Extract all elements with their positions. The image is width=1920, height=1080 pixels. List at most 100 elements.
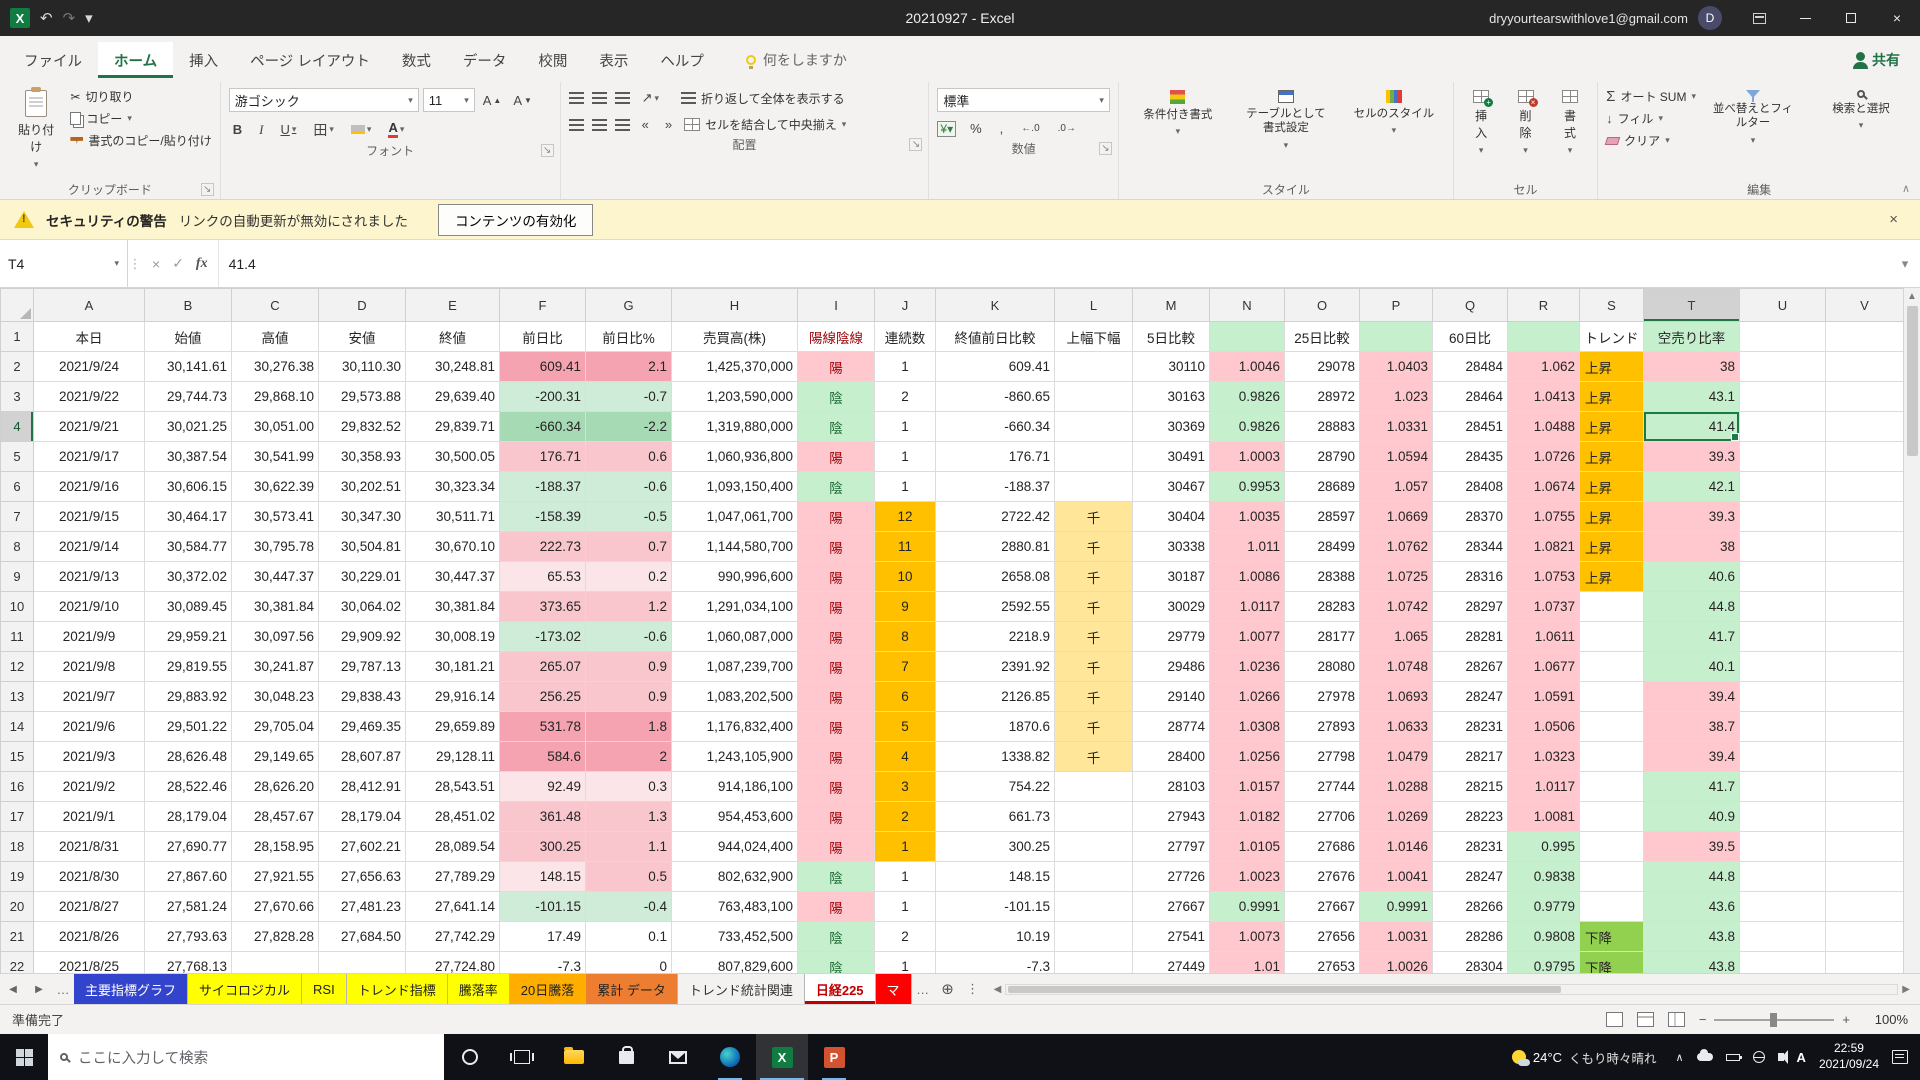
cell-S21[interactable]: 下降 [1580,922,1644,952]
cell-I20[interactable]: 陽 [798,892,875,922]
cell-V9[interactable] [1826,562,1904,592]
cell-S10[interactable] [1580,592,1644,622]
cell-M20[interactable]: 27667 [1133,892,1210,922]
cell-T21[interactable]: 43.8 [1644,922,1740,952]
cell-L17[interactable] [1055,802,1133,832]
cell-M21[interactable]: 27541 [1133,922,1210,952]
cell-B2[interactable]: 30,141.61 [145,352,232,382]
row-header-13[interactable]: 13 [1,682,34,712]
cell-N17[interactable]: 1.0182 [1210,802,1285,832]
cell-F9[interactable]: 65.53 [500,562,586,592]
cell-D2[interactable]: 30,110.30 [319,352,406,382]
wrap-text-button[interactable]: 折り返して全体を表示する [681,90,845,107]
cell-R11[interactable]: 1.0611 [1508,622,1580,652]
cell-O6[interactable]: 28689 [1285,472,1360,502]
cell-K8[interactable]: 2880.81 [936,532,1055,562]
security-bar-close-icon[interactable]: × [1889,211,1906,228]
cell-A11[interactable]: 2021/9/9 [34,622,145,652]
cell-B10[interactable]: 30,089.45 [145,592,232,622]
cell-C18[interactable]: 28,158.95 [232,832,319,862]
cell-K12[interactable]: 2391.92 [936,652,1055,682]
cell-I16[interactable]: 陽 [798,772,875,802]
zoom-slider-thumb[interactable] [1770,1013,1777,1027]
sheet-tab-主要指標グラフ[interactable]: 主要指標グラフ [74,974,188,1004]
cell-E5[interactable]: 30,500.05 [406,442,500,472]
cell-M14[interactable]: 28774 [1133,712,1210,742]
cell-H8[interactable]: 1,144,580,700 [672,532,798,562]
cell-C2[interactable]: 30,276.38 [232,352,319,382]
cell-T18[interactable]: 39.5 [1644,832,1740,862]
cell-N14[interactable]: 1.0308 [1210,712,1285,742]
cell-U16[interactable] [1740,772,1826,802]
cell-U6[interactable] [1740,472,1826,502]
ribbon-tab-データ[interactable]: データ [447,42,523,78]
cell-N3[interactable]: 0.9826 [1210,382,1285,412]
cell-O17[interactable]: 27706 [1285,802,1360,832]
fill-color-button[interactable]: ▾ [347,122,376,137]
cell-V13[interactable] [1826,682,1904,712]
cell-S3[interactable]: 上昇 [1580,382,1644,412]
decrease-indent-icon[interactable]: « [638,115,653,134]
cell-E12[interactable]: 30,181.21 [406,652,500,682]
cell-R12[interactable]: 1.0677 [1508,652,1580,682]
cell-H22[interactable]: 807,829,600 [672,952,798,974]
cell-F17[interactable]: 361.48 [500,802,586,832]
cell-S4[interactable]: 上昇 [1580,412,1644,442]
cell-D7[interactable]: 30,347.30 [319,502,406,532]
cell-N13[interactable]: 1.0266 [1210,682,1285,712]
zoom-in-icon[interactable]: + [1842,1012,1850,1027]
sheet-list-icon[interactable]: ⋮ [962,974,984,1004]
cell-U12[interactable] [1740,652,1826,682]
cell-U8[interactable] [1740,532,1826,562]
cell-M13[interactable]: 29140 [1133,682,1210,712]
scroll-up-icon[interactable]: ▲ [1907,291,1917,302]
cell-Q17[interactable]: 28223 [1433,802,1508,832]
mail-button[interactable] [652,1034,704,1080]
cell-N4[interactable]: 0.9826 [1210,412,1285,442]
powerpoint-button[interactable]: P [808,1034,860,1080]
cell-Q16[interactable]: 28215 [1433,772,1508,802]
cell-D19[interactable]: 27,656.63 [319,862,406,892]
cell-N7[interactable]: 1.0035 [1210,502,1285,532]
sheet-nav-right-icon[interactable]: ▶ [26,974,52,1004]
cell-I1[interactable]: 陽線陰線 [798,322,875,352]
cell-V7[interactable] [1826,502,1904,532]
cell-A1[interactable]: 本日 [34,322,145,352]
cell-F10[interactable]: 373.65 [500,592,586,622]
cell-K7[interactable]: 2722.42 [936,502,1055,532]
clipboard-dialog-launcher-icon[interactable]: ↘ [201,183,214,196]
cell-L8[interactable]: 千 [1055,532,1133,562]
cell-H5[interactable]: 1,060,936,800 [672,442,798,472]
cell-S6[interactable]: 上昇 [1580,472,1644,502]
column-header-F[interactable]: F [500,289,586,322]
cell-H6[interactable]: 1,093,150,400 [672,472,798,502]
cell-B6[interactable]: 30,606.15 [145,472,232,502]
cell-Q3[interactable]: 28464 [1433,382,1508,412]
delete-cells-button[interactable]: ×削除▾ [1506,84,1544,162]
cell-P9[interactable]: 1.0725 [1360,562,1433,592]
cell-K9[interactable]: 2658.08 [936,562,1055,592]
cell-H13[interactable]: 1,083,202,500 [672,682,798,712]
cell-V8[interactable] [1826,532,1904,562]
name-box[interactable]: T4▾ [0,240,128,287]
cell-L19[interactable] [1055,862,1133,892]
cell-S8[interactable]: 上昇 [1580,532,1644,562]
cell-U13[interactable] [1740,682,1826,712]
cell-H16[interactable]: 914,186,100 [672,772,798,802]
cell-A22[interactable]: 2021/8/25 [34,952,145,974]
cell-P20[interactable]: 0.9991 [1360,892,1433,922]
cell-K17[interactable]: 661.73 [936,802,1055,832]
cell-H7[interactable]: 1,047,061,700 [672,502,798,532]
cell-N22[interactable]: 1.01 [1210,952,1285,974]
cell-L6[interactable] [1055,472,1133,502]
ime-mode-indicator[interactable]: A [1797,1050,1806,1065]
cell-P19[interactable]: 1.0041 [1360,862,1433,892]
font-name-select[interactable]: 游ゴシック▾ [229,88,419,112]
vertical-scrollbar[interactable]: ▲ [1903,288,1920,973]
cell-C22[interactable] [232,952,319,974]
cell-J3[interactable]: 2 [875,382,936,412]
cell-K20[interactable]: -101.15 [936,892,1055,922]
cell-E17[interactable]: 28,451.02 [406,802,500,832]
row-header-14[interactable]: 14 [1,712,34,742]
cell-H20[interactable]: 763,483,100 [672,892,798,922]
